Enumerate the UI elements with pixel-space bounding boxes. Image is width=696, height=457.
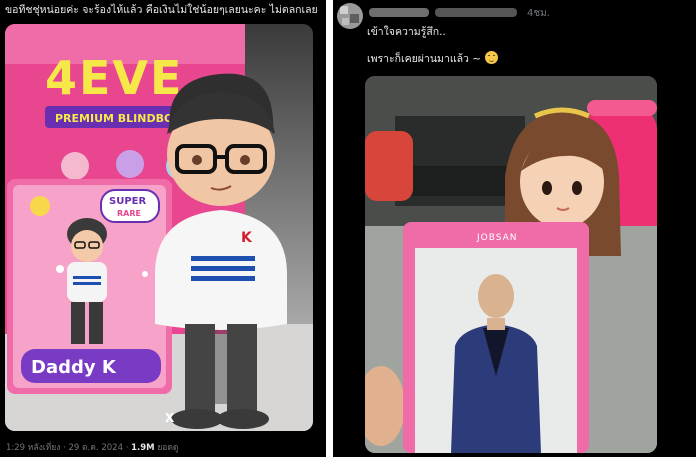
card-badge-top-text: SUPER <box>109 196 146 207</box>
jobsan-card-photo: JOBSAN <box>365 76 657 453</box>
card-badge-bottom-text: RARE <box>117 209 141 218</box>
left-post: ขอทีชชุ่หน่อยค่ะ จะร้องไห้แล้ว คือเงินไม… <box>0 0 326 457</box>
avatar[interactable] <box>337 3 363 29</box>
post-time: 1:29 หลังเที่ยง <box>6 443 61 453</box>
relieved-face-emoji-icon <box>485 51 499 64</box>
right-post-line-2: เพราะก็เคยผ่านมาแล้ว ~ <box>367 51 499 66</box>
right-post-photo[interactable]: JOBSAN <box>365 76 657 453</box>
left-post-meta: 1:29 หลังเที่ยง · 29 ต.ค. 2024 · 1.9M ยอ… <box>6 440 178 454</box>
blurred-username[interactable] <box>369 8 429 17</box>
box-brand-text: 4EVE <box>45 51 183 105</box>
foot-letter-text: X <box>165 411 175 425</box>
jobsan-card: JOBSAN <box>403 222 589 453</box>
left-post-caption: ขอทีชชุ่หน่อยค่ะ จะร้องไห้แล้ว คือเงินไม… <box>5 4 318 16</box>
views-label: ยอดดู <box>157 443 179 453</box>
daddy-k-card: SUPER RARE Daddy K <box>7 179 172 394</box>
right-post: 4ชม. เข้าใจความรู้สึก.. เพราะก็เคยผ่านมา… <box>333 0 696 457</box>
right-post-line-2-text: เพราะก็เคยผ่านมาแล้ว ~ <box>367 53 482 65</box>
blurred-handle[interactable] <box>435 8 517 17</box>
views-count: 1.9M <box>131 443 155 453</box>
box-banner-text: PREMIUM BLINDBOX <box>55 112 182 125</box>
daddy-k-figure-photo: 4EVE PREMIUM BLINDBOX SUPER RARE Daddy K… <box>5 24 313 431</box>
right-post-time[interactable]: 4ชม. <box>527 6 550 21</box>
card-name-text: Daddy K <box>31 357 117 378</box>
post-date[interactable]: 29 ต.ค. 2024 <box>69 443 123 453</box>
hoodie-letter-text: K <box>241 230 253 246</box>
jobsan-card-name: JOBSAN <box>476 233 518 243</box>
panel-divider <box>326 0 333 457</box>
right-post-line-1: เข้าใจความรู้สึก.. <box>367 26 446 38</box>
left-post-photo[interactable]: 4EVE PREMIUM BLINDBOX SUPER RARE Daddy K… <box>5 24 313 431</box>
